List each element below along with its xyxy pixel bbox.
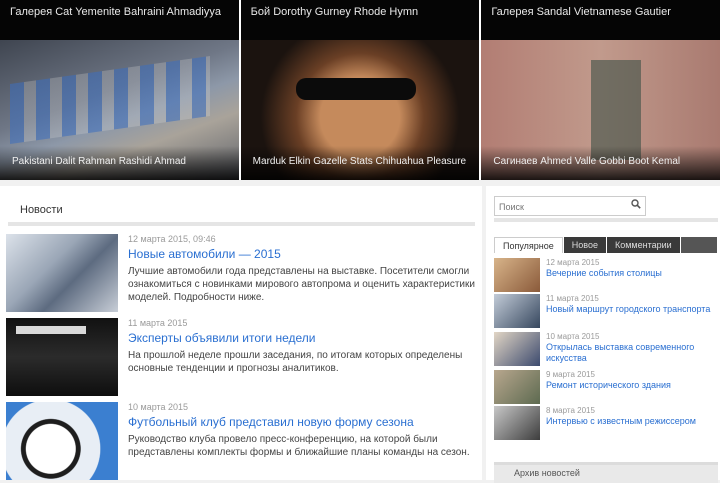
search-input[interactable] [495,199,623,215]
sidebar-news-item[interactable]: 8 марта 2015 Интервью с известным режисс… [494,406,718,440]
news-column: Новости 12 марта 2015, 09:46 Новые автом… [0,186,482,480]
sidebar-item-thumbnail[interactable] [494,258,540,292]
article-thumbnail[interactable] [6,402,118,480]
sidebar-news-item[interactable]: 9 марта 2015 Ремонт исторического здания [494,370,718,404]
article-title-link[interactable]: Новые автомобили — 2015 [128,247,476,262]
featured-caption[interactable]: Галерея Sandal Vietnamese Gautier [481,0,720,40]
article-item: 12 марта 2015, 09:46 Новые автомобили — … [6,234,476,312]
featured-tile[interactable]: Галерея Sandal Vietnamese Gautier Сагина… [481,0,720,180]
sidebar-item-date: 12 марта 2015 [546,258,600,267]
sidebar-item-title[interactable]: Открылась выставка современного искусств… [546,342,718,364]
sidebar-item-title[interactable]: Новый маршрут городского транспорта [546,304,718,315]
divider [494,218,718,222]
article-date: 10 марта 2015 [128,402,189,412]
article-date: 11 марта 2015 [128,318,188,328]
article-summary: На прошлой неделе прошли заседания, по и… [128,350,463,374]
sidebar-item-thumbnail[interactable] [494,332,540,366]
sidebar-item-date: 11 марта 2015 [546,294,599,303]
featured-caption[interactable]: Бой Dorothy Gurney Rhode Hymn [240,0,480,40]
tab-bar-filler [680,237,717,253]
sidebar-news-item[interactable]: 11 марта 2015 Новый маршрут городского т… [494,294,718,328]
section-header: Новости [8,202,475,226]
sidebar-item-date: 8 марта 2015 [546,406,595,415]
tab-new[interactable]: Новое [563,237,606,253]
sidebar-tabs: Популярное Новое Комментарии [494,237,718,253]
sidebar-item-thumbnail[interactable] [494,294,540,328]
featured-overlay-text[interactable]: Сагинаев Ahmed Valle Gobbi Boot Kemal [481,146,720,180]
search-box [494,196,646,216]
sidebar-news-item[interactable]: 10 марта 2015 Открылась выставка совреме… [494,332,718,366]
article-title-link[interactable]: Эксперты объявили итоги недели [128,331,476,346]
featured-caption[interactable]: Галерея Cat Yemenite Bahraini Ahmadiyya [0,0,239,40]
article-thumbnail[interactable] [6,318,118,396]
article-thumbnail[interactable] [6,234,118,312]
sidebar-item-title[interactable]: Интервью с известным режиссером [546,416,718,427]
sidebar: Популярное Новое Комментарии 12 марта 20… [486,186,720,483]
featured-overlay-text[interactable]: Pakistani Dalit Rahman Rashidi Ahmad [0,146,239,180]
sidebar-news-item[interactable]: 12 марта 2015 Вечерние события столицы [494,258,718,292]
sidebar-item-date: 10 марта 2015 [546,332,600,341]
featured-strip: Галерея Cat Yemenite Bahraini Ahmadiyya … [0,0,720,180]
tab-popular[interactable]: Популярное [494,237,563,253]
tab-comments[interactable]: Комментарии [606,237,680,253]
sidebar-item-thumbnail[interactable] [494,406,540,440]
article-title-link[interactable]: Футбольный клуб представил новую форму с… [128,415,476,430]
sidebar-item-date: 9 марта 2015 [546,370,595,379]
sidebar-item-title[interactable]: Ремонт исторического здания [546,380,718,391]
article-summary: Лучшие автомобили года представлены на в… [128,266,475,303]
article-item: 10 марта 2015 Футбольный клуб представил… [6,402,476,480]
article-date: 12 марта 2015, 09:46 [128,234,216,244]
sidebar-item-thumbnail[interactable] [494,370,540,404]
featured-tile[interactable]: Галерея Cat Yemenite Bahraini Ahmadiyya … [0,0,239,180]
article-item: 11 марта 2015 Эксперты объявили итоги не… [6,318,476,396]
search-icon[interactable] [631,199,641,209]
featured-tile[interactable]: Бой Dorothy Gurney Rhode Hymn Marduk Elk… [240,0,480,180]
sidebar-bottom-label[interactable]: Архив новостей [514,468,580,478]
featured-overlay-text[interactable]: Marduk Elkin Gazelle Stats Chihuahua Ple… [240,146,480,180]
sidebar-item-title[interactable]: Вечерние события столицы [546,268,718,279]
article-summary: Руководство клуба провело пресс-конферен… [128,434,470,458]
section-title: Новости [20,204,63,216]
